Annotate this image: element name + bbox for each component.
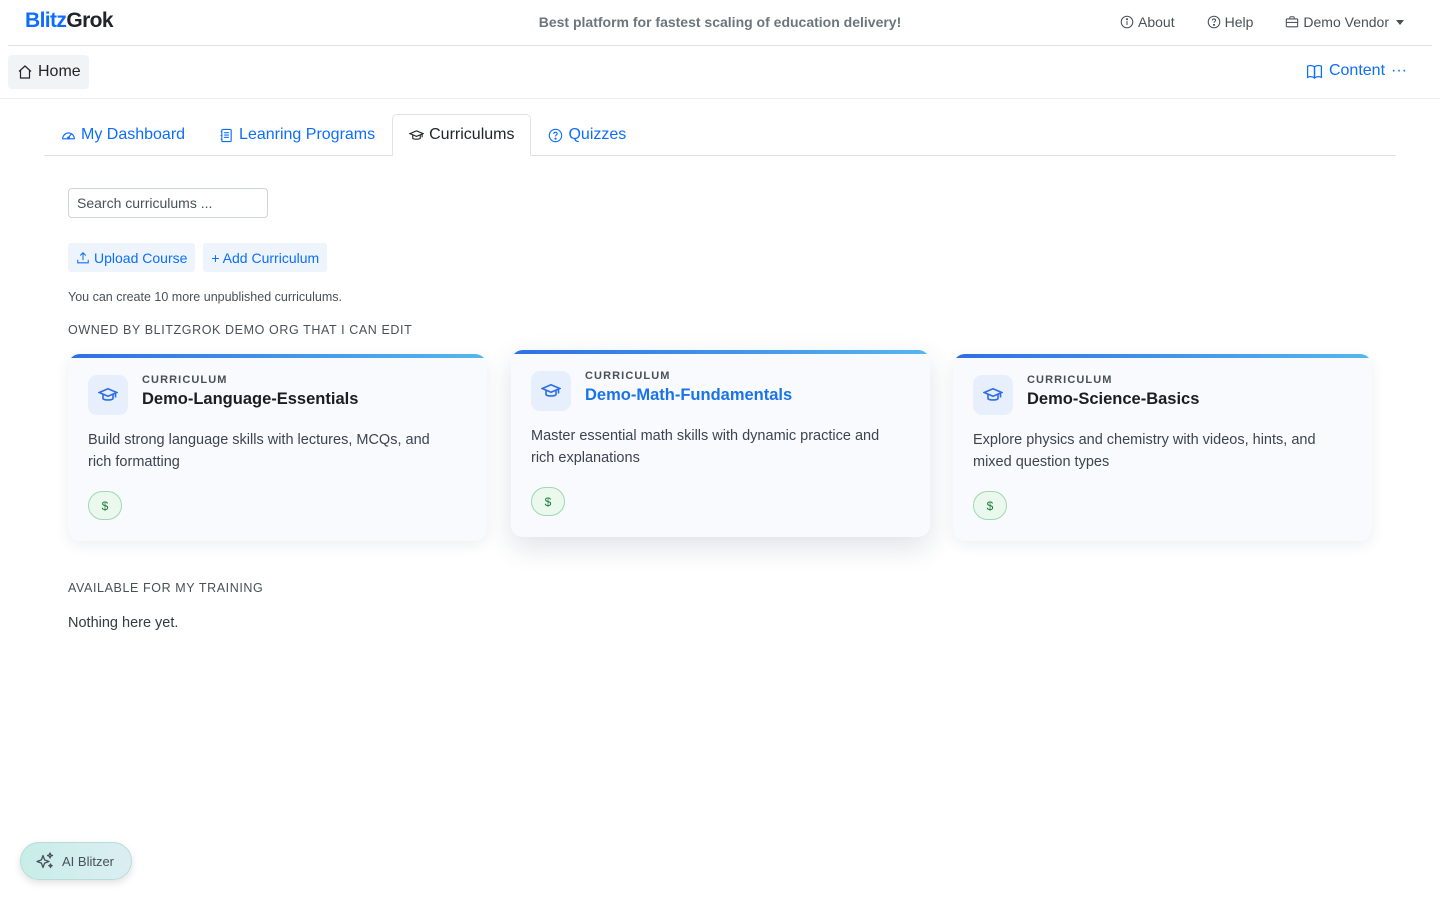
empty-state-text: Nothing here yet. — [68, 615, 179, 631]
curriculum-card[interactable]: CURRICULUM Demo-Math-Fundamentals Master… — [511, 350, 930, 537]
tab-my-dashboard[interactable]: My Dashboard — [44, 114, 202, 156]
sparkles-icon — [36, 852, 54, 869]
card-title[interactable]: Demo-Math-Fundamentals — [585, 386, 792, 405]
card-title[interactable]: Demo-Science-Basics — [1027, 390, 1199, 409]
upload-icon — [77, 251, 89, 263]
ai-blitzer-button[interactable]: AI Blitzer — [20, 842, 132, 880]
price-badge: $ — [973, 491, 1007, 520]
tab-curriculums[interactable]: Curriculums — [392, 114, 532, 156]
vendor-dropdown[interactable]: Demo Vendor — [1285, 14, 1404, 30]
mortarboard-icon — [98, 387, 118, 401]
home-button[interactable]: Home — [8, 55, 89, 89]
mortarboard-icon — [409, 129, 425, 140]
briefcase-icon — [1286, 16, 1299, 28]
card-title[interactable]: Demo-Language-Essentials — [142, 390, 358, 409]
upload-course-button[interactable]: Upload Course — [68, 243, 196, 272]
house-icon — [18, 65, 32, 79]
available-section-title: AVAILABLE FOR MY TRAINING — [68, 581, 264, 595]
speedometer-icon — [62, 131, 75, 139]
question-circle-icon — [1207, 15, 1220, 29]
card-description: Build strong language skills with lectur… — [88, 432, 430, 470]
book-icon — [1306, 64, 1323, 79]
card-icon-box — [973, 375, 1013, 415]
content-menu[interactable]: Content ··· — [1306, 62, 1407, 80]
curriculum-card[interactable]: CURRICULUM Demo-Language-Essentials Buil… — [68, 354, 487, 541]
card-kicker: CURRICULUM — [142, 374, 228, 386]
mortarboard-icon — [541, 383, 561, 397]
price-badge: $ — [531, 487, 565, 516]
card-icon-box — [531, 371, 571, 411]
more-icon: ··· — [1391, 62, 1407, 79]
ai-blitzer-label: AI Blitzer — [62, 853, 115, 869]
secondary-bar: Home Content ··· — [0, 46, 1440, 99]
question-circle-icon — [549, 128, 563, 142]
curriculum-card[interactable]: CURRICULUM Demo-Science-Basics Explore p… — [953, 354, 1372, 541]
action-buttons: Upload Course + Add Curriculum — [68, 243, 328, 272]
tab-learning-programs[interactable]: Leanring Programs — [202, 114, 392, 156]
card-kicker: CURRICULUM — [585, 370, 671, 382]
add-curriculum-button[interactable]: + Add Curriculum — [203, 243, 328, 272]
card-icon-box — [88, 375, 128, 415]
tab-label: My Dashboard — [81, 126, 186, 143]
about-link[interactable]: About — [1120, 14, 1175, 30]
search-input[interactable] — [68, 188, 268, 218]
card-description: Master essential math skills with dynami… — [531, 428, 880, 466]
tab-label: Quizzes — [568, 126, 627, 143]
home-label: Home — [38, 63, 81, 80]
top-nav: About Help Demo Vendor — [1120, 14, 1404, 30]
tab-label: Curriculums — [429, 126, 515, 143]
price-badge: $ — [88, 491, 122, 520]
card-kicker: CURRICULUM — [1027, 374, 1113, 386]
top-navbar: BlitzGrok Best platform for fastest scal… — [8, 0, 1432, 46]
main-tabs: My Dashboard Leanring Programs Curriculu… — [44, 114, 1396, 156]
card-accent-bar — [953, 354, 1372, 358]
tab-label: Leanring Programs — [239, 126, 376, 143]
card-description: Explore physics and chemistry with video… — [973, 432, 1316, 470]
help-link[interactable]: Help — [1207, 14, 1254, 30]
help-label: Help — [1224, 14, 1254, 30]
info-circle-icon — [1120, 15, 1134, 29]
upload-course-label: Upload Course — [94, 249, 188, 266]
about-label: About — [1138, 14, 1175, 30]
content-label: Content — [1328, 62, 1386, 79]
caret-down-icon — [1396, 19, 1404, 25]
card-accent-bar — [511, 350, 930, 354]
mortarboard-icon — [983, 387, 1003, 401]
vendor-label: Demo Vendor — [1303, 14, 1389, 30]
journal-icon — [220, 128, 232, 142]
quota-note: You can create 10 more unpublished curri… — [68, 290, 342, 304]
add-curriculum-label: + Add Curriculum — [211, 249, 320, 266]
tab-quizzes[interactable]: Quizzes — [531, 114, 643, 156]
owned-section-title: OWNED BY BLITZGROK DEMO ORG THAT I CAN E… — [68, 323, 413, 337]
card-accent-bar — [68, 354, 487, 358]
